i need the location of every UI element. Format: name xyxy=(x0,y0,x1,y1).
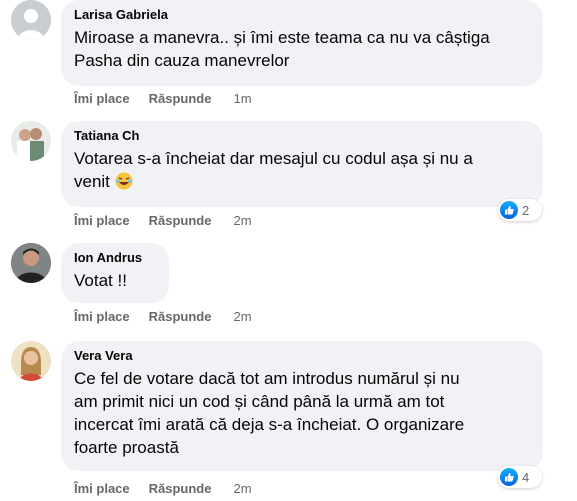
timestamp[interactable]: 2m xyxy=(233,213,251,229)
comment-text: Ce fel de votare dacă tot am introdus nu… xyxy=(74,367,531,459)
like-button[interactable]: Îmi place xyxy=(74,481,130,497)
avatar[interactable] xyxy=(11,0,51,40)
photo-avatar-icon xyxy=(11,243,51,283)
comment-text-line: venit xyxy=(74,172,110,191)
comment-text: Votat !! xyxy=(74,271,127,290)
comment-author[interactable]: Vera Vera xyxy=(74,348,531,364)
like-button[interactable]: Îmi place xyxy=(74,309,130,325)
comment-bubble: Larisa Gabriela Miroase a manevra.. și î… xyxy=(61,0,543,86)
comment-text: Votarea s-a încheiat dar mesajul cu codu… xyxy=(74,147,531,193)
photo-avatar-icon xyxy=(11,121,51,161)
comment-text-line: Votarea s-a încheiat dar mesajul cu codu… xyxy=(74,149,473,168)
photo-avatar-icon xyxy=(11,341,51,381)
comment-text-line: Ce fel de votare dacă tot am introdus nu… xyxy=(74,369,460,388)
comment-text-line: am primit nici un cod și când până la ur… xyxy=(74,392,445,411)
avatar[interactable] xyxy=(11,121,51,161)
like-reaction-icon xyxy=(500,201,518,219)
comment-bubble: Tatiana Ch Votarea s-a încheiat dar mesa… xyxy=(61,121,543,207)
laughing-emoji-icon xyxy=(115,172,133,190)
reply-button[interactable]: Răspunde xyxy=(149,309,212,325)
like-reaction-icon xyxy=(500,468,518,486)
like-button[interactable]: Îmi place xyxy=(74,91,130,107)
reply-button[interactable]: Răspunde xyxy=(149,213,212,229)
timestamp[interactable]: 2m xyxy=(233,309,251,325)
comment-actions: Îmi place Răspunde 2m xyxy=(74,213,252,229)
reaction-count: 4 xyxy=(522,469,530,485)
avatar[interactable] xyxy=(11,243,51,283)
comment-text: Miroase a manevra.. și îmi este teama ca… xyxy=(74,26,531,72)
comment-bubble: Vera Vera Ce fel de votare dacă tot am i… xyxy=(61,341,543,471)
reaction-count: 2 xyxy=(522,202,530,218)
timestamp[interactable]: 2m xyxy=(233,481,251,497)
comment-author[interactable]: Larisa Gabriela xyxy=(74,7,531,23)
comment-actions: Îmi place Răspunde 2m xyxy=(74,309,252,325)
reactions-badge[interactable]: 2 xyxy=(498,199,542,221)
reply-button[interactable]: Răspunde xyxy=(149,91,212,107)
comment-text-line: Pasha din cauza manevrelor xyxy=(74,51,290,70)
comment-actions: Îmi place Răspunde 1m xyxy=(74,91,252,107)
reactions-badge[interactable]: 4 xyxy=(498,466,542,488)
comment-bubble: Ion Andrus Votat !! xyxy=(61,243,169,303)
avatar[interactable] xyxy=(11,341,51,381)
timestamp[interactable]: 1m xyxy=(233,91,251,107)
comment-text-line: incercat îmi arată că deja s-a încheiat.… xyxy=(74,415,465,434)
reply-button[interactable]: Răspunde xyxy=(149,481,212,497)
comment-author[interactable]: Ion Andrus xyxy=(74,250,157,266)
comment-text-line: foarte proastă xyxy=(74,438,179,457)
comment-author[interactable]: Tatiana Ch xyxy=(74,128,531,144)
default-avatar-icon xyxy=(11,0,51,40)
comment-text-line: Miroase a manevra.. și îmi este teama ca… xyxy=(74,28,490,47)
like-button[interactable]: Îmi place xyxy=(74,213,130,229)
comment-actions: Îmi place Răspunde 2m xyxy=(74,481,252,497)
